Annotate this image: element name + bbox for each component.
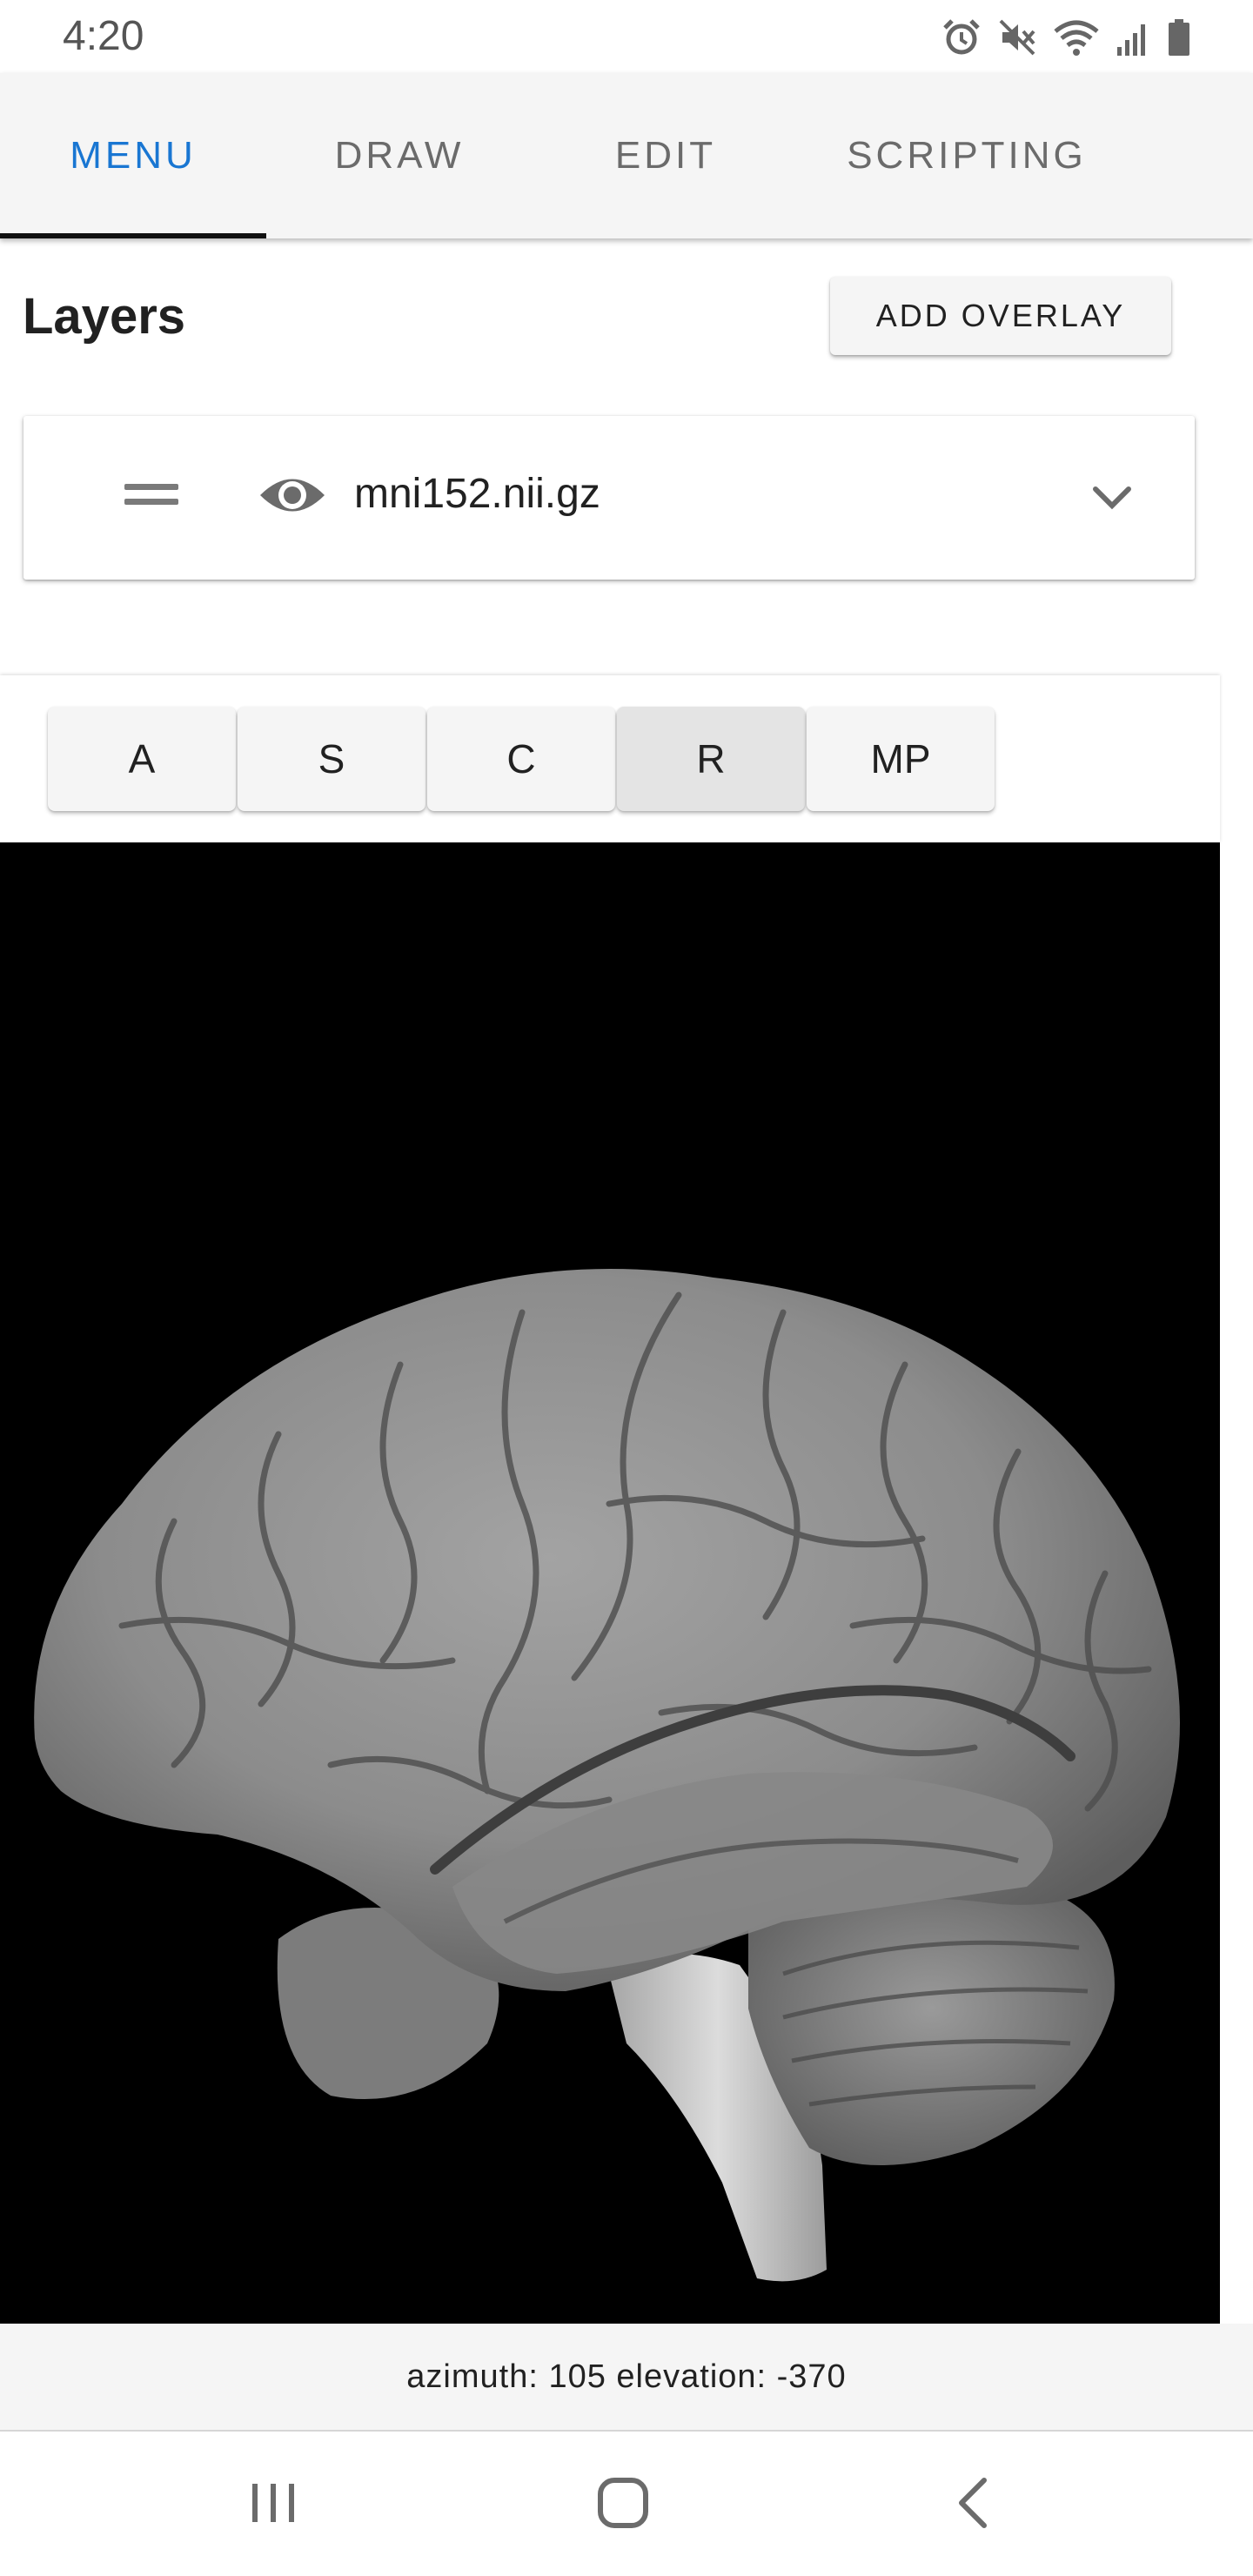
battery-icon bbox=[1169, 19, 1189, 56]
tab-scripting[interactable]: SCRIPTING bbox=[799, 73, 1135, 238]
eye-icon[interactable] bbox=[258, 468, 326, 522]
tab-edit[interactable]: EDIT bbox=[533, 73, 799, 238]
add-overlay-button[interactable]: ADD OVERLAY bbox=[830, 277, 1171, 355]
render-canvas[interactable] bbox=[0, 842, 1220, 2324]
alarm-icon bbox=[943, 19, 980, 55]
layer-name: mni152.nii.gz bbox=[354, 471, 600, 517]
layer-item[interactable]: mni152.nii.gz bbox=[23, 416, 1195, 580]
drag-handle-icon[interactable] bbox=[124, 484, 178, 512]
view-render-button[interactable]: R bbox=[617, 707, 805, 811]
status-bar: 4:20 bbox=[0, 0, 1253, 73]
tab-menu[interactable]: MENU bbox=[0, 73, 266, 238]
home-icon[interactable] bbox=[571, 2468, 675, 2538]
signal-icon bbox=[1117, 24, 1145, 56]
view-axial-button[interactable]: A bbox=[48, 707, 236, 811]
status-icons bbox=[941, 16, 1192, 59]
chevron-down-icon[interactable] bbox=[1087, 477, 1137, 519]
tab-indicator bbox=[0, 233, 266, 238]
brain-render bbox=[34, 1269, 1181, 2282]
mute-icon bbox=[999, 19, 1035, 56]
view-coronal-button[interactable]: C bbox=[427, 707, 615, 811]
nav-bar bbox=[0, 2433, 1253, 2576]
layers-title: Layers bbox=[23, 288, 186, 345]
view-multiplanar-button[interactable]: MP bbox=[807, 707, 995, 811]
tab-draw[interactable]: DRAW bbox=[266, 73, 533, 238]
status-time: 4:20 bbox=[63, 13, 144, 59]
wifi-icon bbox=[1054, 20, 1099, 56]
back-icon[interactable] bbox=[921, 2468, 1025, 2538]
view-sagittal-button[interactable]: S bbox=[238, 707, 425, 811]
viewer-status-text: azimuth: 105 elevation: -370 bbox=[0, 2324, 1253, 2432]
recent-apps-icon[interactable] bbox=[221, 2468, 325, 2538]
tab-bar: MENU DRAW EDIT SCRIPTING bbox=[0, 73, 1253, 238]
view-toolbar: A S C R MP bbox=[0, 675, 1220, 842]
